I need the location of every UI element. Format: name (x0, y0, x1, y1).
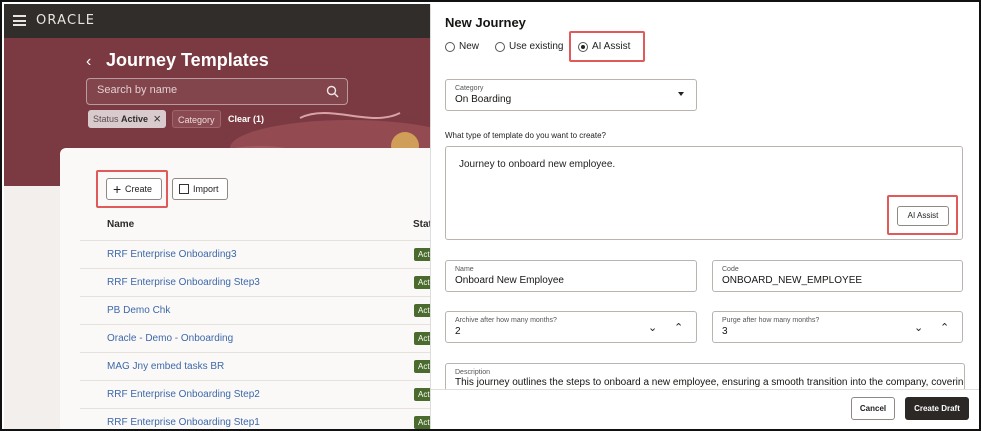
category-select[interactable]: Category On Boarding (445, 79, 697, 111)
purge-label: Purge after how many months? (722, 317, 820, 324)
template-name-link[interactable]: RRF Enterprise Onboarding3 (107, 249, 237, 260)
table-row[interactable]: PB Demo Chk Act (80, 296, 430, 324)
page-title: Journey Templates (106, 50, 269, 70)
status-badge: Act (414, 248, 430, 261)
status-badge: Act (414, 360, 430, 373)
plus-icon: + (113, 181, 122, 197)
decrement-chevron-icon[interactable]: ⌄ (648, 321, 657, 334)
status-badge: Act (414, 332, 430, 345)
option-new-label: New (459, 41, 480, 52)
create-button[interactable]: + Create (106, 178, 162, 200)
back-chevron-icon[interactable]: ‹ (86, 53, 91, 71)
option-ai-assist-label: AI Assist (592, 41, 631, 52)
ai-assist-button[interactable]: AI Assist (897, 206, 949, 226)
archive-label: Archive after how many months? (455, 317, 557, 324)
templates-table: RRF Enterprise Onboarding3 Act RRF Enter… (80, 240, 430, 429)
category-filter-chip[interactable]: Category (172, 110, 221, 128)
code-label: Code (722, 266, 739, 273)
import-button-label: Import (193, 184, 219, 194)
template-question-label: What type of template do you want to cre… (445, 131, 606, 140)
purge-months-stepper[interactable]: Purge after how many months? 3 ⌄ ⌃ (712, 311, 963, 343)
table-row[interactable]: Oracle - Demo - Onboarding Act (80, 324, 430, 352)
search-icon[interactable] (326, 85, 339, 98)
radio-checked-icon (578, 42, 588, 52)
description-label: Description (455, 369, 491, 376)
journey-templates-app: ORACLE ‹ Journey Templates Status Active (4, 4, 430, 429)
radio-unchecked-icon (445, 42, 455, 52)
column-header-name[interactable]: Name (107, 219, 134, 230)
status-badge: Act (414, 276, 430, 289)
code-value: ONBOARD_NEW_EMPLOYEE (722, 275, 863, 286)
name-value: Onboard New Employee (455, 275, 564, 286)
archive-value: 2 (455, 326, 461, 337)
status-filter-value: Active (121, 114, 149, 124)
status-badge: Act (414, 388, 430, 401)
import-button[interactable]: Import (172, 178, 228, 200)
option-new-radio[interactable]: New (445, 40, 479, 54)
template-name-link[interactable]: MAG Jny embed tasks BR (107, 361, 224, 372)
increment-chevron-icon[interactable]: ⌃ (674, 321, 683, 334)
search-input[interactable] (97, 84, 317, 96)
table-row[interactable]: RRF Enterprise Onboarding Step1 Act (80, 408, 430, 429)
remove-filter-icon[interactable]: × (153, 110, 161, 128)
menu-icon[interactable] (13, 15, 26, 26)
oracle-logo: ORACLE (36, 13, 96, 28)
option-ai-assist-radio[interactable]: AI Assist (578, 40, 630, 54)
template-prompt-textarea[interactable]: Journey to onboard new employee. AI Assi… (445, 146, 963, 240)
name-field[interactable]: Name Onboard New Employee (445, 260, 697, 292)
screenshot-frame: ORACLE ‹ Journey Templates Status Active (0, 0, 981, 431)
table-row[interactable]: RRF Enterprise Onboarding3 Act (80, 240, 430, 268)
column-header-status[interactable]: Statu (413, 219, 430, 230)
drawer-footer: Cancel Create Draft (431, 389, 979, 429)
description-value: This journey outlines the steps to onboa… (455, 377, 965, 388)
create-button-label: Create (125, 184, 153, 194)
dropdown-caret-icon (678, 92, 684, 96)
table-row[interactable]: RRF Enterprise Onboarding Step2 Act (80, 380, 430, 408)
status-badge: Act (414, 304, 430, 317)
template-name-link[interactable]: RRF Enterprise Onboarding Step3 (107, 277, 260, 288)
search-box[interactable] (86, 78, 348, 105)
table-row[interactable]: RRF Enterprise Onboarding Step3 Act (80, 268, 430, 296)
template-name-link[interactable]: PB Demo Chk (107, 305, 170, 316)
drawer-title: New Journey (445, 15, 526, 30)
global-header: ORACLE (4, 4, 430, 38)
archive-months-stepper[interactable]: Archive after how many months? 2 ⌄ ⌃ (445, 311, 697, 343)
template-name-link[interactable]: RRF Enterprise Onboarding Step1 (107, 417, 260, 428)
purge-value: 3 (722, 326, 728, 337)
new-journey-drawer: New Journey New Use existing AI Assist C… (430, 4, 979, 429)
create-draft-button[interactable]: Create Draft (905, 397, 969, 420)
radio-unchecked-icon (495, 42, 505, 52)
option-use-existing-label: Use existing (509, 41, 564, 52)
clear-filters-link[interactable]: Clear (1) (228, 110, 264, 128)
code-field[interactable]: Code ONBOARD_NEW_EMPLOYEE (712, 260, 963, 292)
category-value: On Boarding (455, 94, 512, 105)
template-prompt-text: Journey to onboard new employee. (459, 159, 616, 170)
template-name-link[interactable]: Oracle - Demo - Onboarding (107, 333, 233, 344)
increment-chevron-icon[interactable]: ⌃ (940, 321, 949, 334)
status-filter-label: Status (93, 114, 119, 124)
category-label: Category (455, 85, 484, 92)
table-row[interactable]: MAG Jny embed tasks BR Act (80, 352, 430, 380)
import-icon (179, 184, 189, 194)
decrement-chevron-icon[interactable]: ⌄ (914, 321, 923, 334)
status-filter-chip[interactable]: Status Active × (88, 110, 166, 128)
name-label: Name (455, 266, 474, 273)
description-field[interactable]: Description This journey outlines the st… (445, 363, 965, 390)
cancel-button[interactable]: Cancel (851, 397, 895, 420)
option-use-existing-radio[interactable]: Use existing (495, 40, 563, 54)
template-name-link[interactable]: RRF Enterprise Onboarding Step2 (107, 389, 260, 400)
status-badge: Act (414, 416, 430, 429)
templates-panel: + Create Import Name Statu RRF Enterpris… (60, 148, 430, 429)
